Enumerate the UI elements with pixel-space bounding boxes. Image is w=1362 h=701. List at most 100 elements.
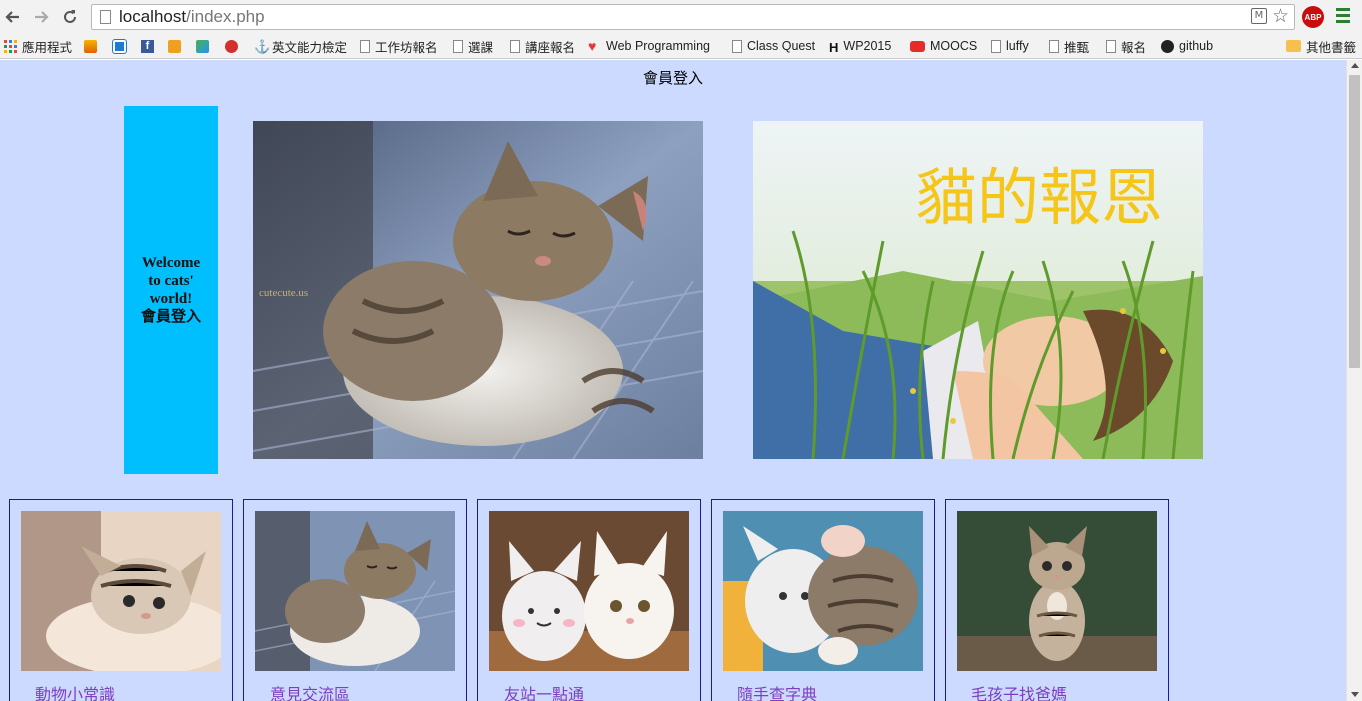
poster-title: 貓的報恩 — [915, 161, 1163, 234]
scrollbar-thumb[interactable] — [1349, 75, 1360, 368]
bookmark-label: 講座報名 — [525, 40, 576, 55]
browser-toolbar: localhost/index.php M ☆ ABP — [0, 0, 1362, 33]
scroll-up-arrow-icon[interactable] — [1351, 63, 1359, 68]
back-button[interactable] — [2, 6, 24, 28]
pma-icon — [84, 39, 97, 53]
bookmark-course[interactable]: 選課 — [453, 37, 493, 55]
bookmark-stack[interactable] — [196, 37, 214, 55]
abp-label: ABP — [1304, 12, 1322, 22]
flower-icon — [225, 39, 238, 53]
bookmark-register[interactable]: 報名 — [1106, 37, 1146, 55]
page-icon — [453, 39, 463, 53]
facebook-icon: f — [141, 39, 154, 53]
member-login-link[interactable]: 會員登入 — [141, 308, 201, 326]
page-icon — [732, 39, 742, 53]
bookmark-label: WP2015 — [843, 39, 892, 53]
folder-icon — [1286, 40, 1301, 52]
bookmark-label: Web Programming — [606, 39, 710, 53]
page-icon — [1106, 39, 1116, 53]
bookmark-label: 推甄 — [1064, 40, 1090, 55]
welcome-text: Welcome — [141, 255, 201, 271]
bookmarks-bar: 應用程式 f ⚓ 英文能力檢定 工作坊報名 選課 講座報名 ♥ Web Progra… — [0, 33, 1362, 59]
star-icon[interactable]: ☆ — [1272, 5, 1289, 27]
other-bookmarks[interactable]: 其他書籤 — [1286, 37, 1356, 55]
bookmark-label: luffy — [1006, 39, 1029, 53]
page-icon — [1049, 39, 1059, 53]
other-bookmarks-label: 其他書籤 — [1306, 40, 1357, 55]
image-watermark: cutecute.us — [259, 287, 308, 299]
adblock-button[interactable]: ABP — [1302, 6, 1324, 28]
bookmark-label: MOOCS — [930, 39, 978, 53]
bookmark-facebook[interactable]: f — [141, 37, 159, 55]
bookmark-apps[interactable]: 應用程式 — [4, 37, 72, 55]
sleeping-kitten-image: cutecute.us — [253, 121, 703, 459]
bookmark-label: 工作坊報名 — [375, 40, 438, 55]
arrow-left-icon — [5, 11, 19, 23]
scroll-down-arrow-icon[interactable] — [1351, 692, 1359, 697]
github-icon — [1161, 39, 1174, 53]
heart-icon: ♥ — [588, 37, 597, 54]
bookmark-m[interactable] — [168, 37, 186, 55]
bookmark-label: 英文能力檢定 — [272, 40, 348, 55]
bookmark-label: 報名 — [1121, 40, 1147, 55]
welcome-text: world! — [149, 291, 193, 307]
menu-icon[interactable] — [1336, 8, 1350, 24]
page-icon — [360, 39, 370, 53]
bookmark-luffy[interactable]: luffy — [991, 37, 1029, 55]
url-path: /index.php — [186, 7, 265, 26]
forward-button[interactable] — [30, 6, 52, 28]
kitten-praying-image — [957, 511, 1157, 671]
kitten-with-plush-image — [489, 511, 689, 671]
bookmark-label: 應用程式 — [22, 40, 73, 55]
bookmark-d[interactable] — [112, 37, 131, 55]
stack-icon — [196, 39, 209, 53]
bookmark-class-quest[interactable]: Class Quest — [732, 37, 815, 55]
welcome-panel: Welcome to cats' world! 會員登入 — [124, 106, 218, 474]
bookmark-label: Class Quest — [747, 39, 816, 53]
reload-button[interactable] — [59, 6, 81, 28]
bookmark-github[interactable]: github — [1161, 37, 1213, 55]
m-icon — [168, 39, 181, 53]
card-animal-facts[interactable]: 動物小常識 — [9, 499, 233, 701]
youtube-icon — [910, 40, 925, 52]
bookmark-lecture[interactable]: 講座報名 — [510, 37, 575, 55]
bookmark-label: 選課 — [468, 40, 494, 55]
url-host: localhost — [119, 7, 187, 26]
card-discussion[interactable]: 意見交流區 — [243, 499, 467, 701]
d-icon — [112, 38, 127, 54]
kitten-lying-image — [21, 511, 221, 671]
h-icon: H — [829, 39, 839, 55]
card-dictionary[interactable]: 隨手查字典 — [711, 499, 935, 701]
welcome-text: to cats' — [148, 273, 194, 289]
bookmark-label: github — [1179, 39, 1214, 53]
card-friend-links[interactable]: 友站一點通 — [477, 499, 701, 701]
card-caption[interactable]: 意見交流區 — [270, 681, 350, 701]
bookmark-flower[interactable] — [225, 37, 243, 55]
bookmark-web-programming[interactable]: ♥ Web Programming — [588, 37, 710, 55]
card-caption[interactable]: 友站一點通 — [504, 681, 584, 701]
bookmark-english-test[interactable]: ⚓ 英文能力檢定 — [254, 37, 347, 55]
sleeping-kitten-thumb — [255, 511, 455, 671]
reload-icon — [64, 10, 76, 23]
page-icon — [991, 39, 1001, 53]
bookmark-moocs[interactable]: MOOCS — [910, 37, 977, 55]
card-caption[interactable]: 動物小常識 — [35, 681, 115, 701]
arrow-right-icon — [35, 11, 49, 23]
page-content: 會員登入 Welcome to cats' world! 會員登入 cutecu… — [0, 60, 1346, 701]
page-icon — [100, 10, 111, 24]
kitten-hugging-plush-image — [723, 511, 923, 671]
bookmark-pma[interactable] — [84, 37, 102, 55]
apps-icon — [4, 39, 17, 53]
extension-icon[interactable]: M — [1251, 8, 1267, 24]
bookmark-recommend[interactable]: 推甄 — [1049, 37, 1089, 55]
address-bar[interactable]: localhost/index.php — [91, 4, 1295, 30]
login-heading-link[interactable]: 會員登入 — [0, 67, 1346, 88]
bookmark-workshop[interactable]: 工作坊報名 — [360, 37, 438, 55]
cat-returns-poster-image: 貓的報恩 — [753, 121, 1203, 459]
card-caption[interactable]: 毛孩子找爸媽 — [971, 681, 1067, 701]
card-caption[interactable]: 隨手查字典 — [737, 681, 817, 701]
page-scrollbar[interactable] — [1346, 60, 1362, 701]
card-adopt-pets[interactable]: 毛孩子找爸媽 — [945, 499, 1169, 701]
page-icon — [510, 39, 520, 53]
bookmark-wp2015[interactable]: H WP2015 — [829, 37, 891, 55]
